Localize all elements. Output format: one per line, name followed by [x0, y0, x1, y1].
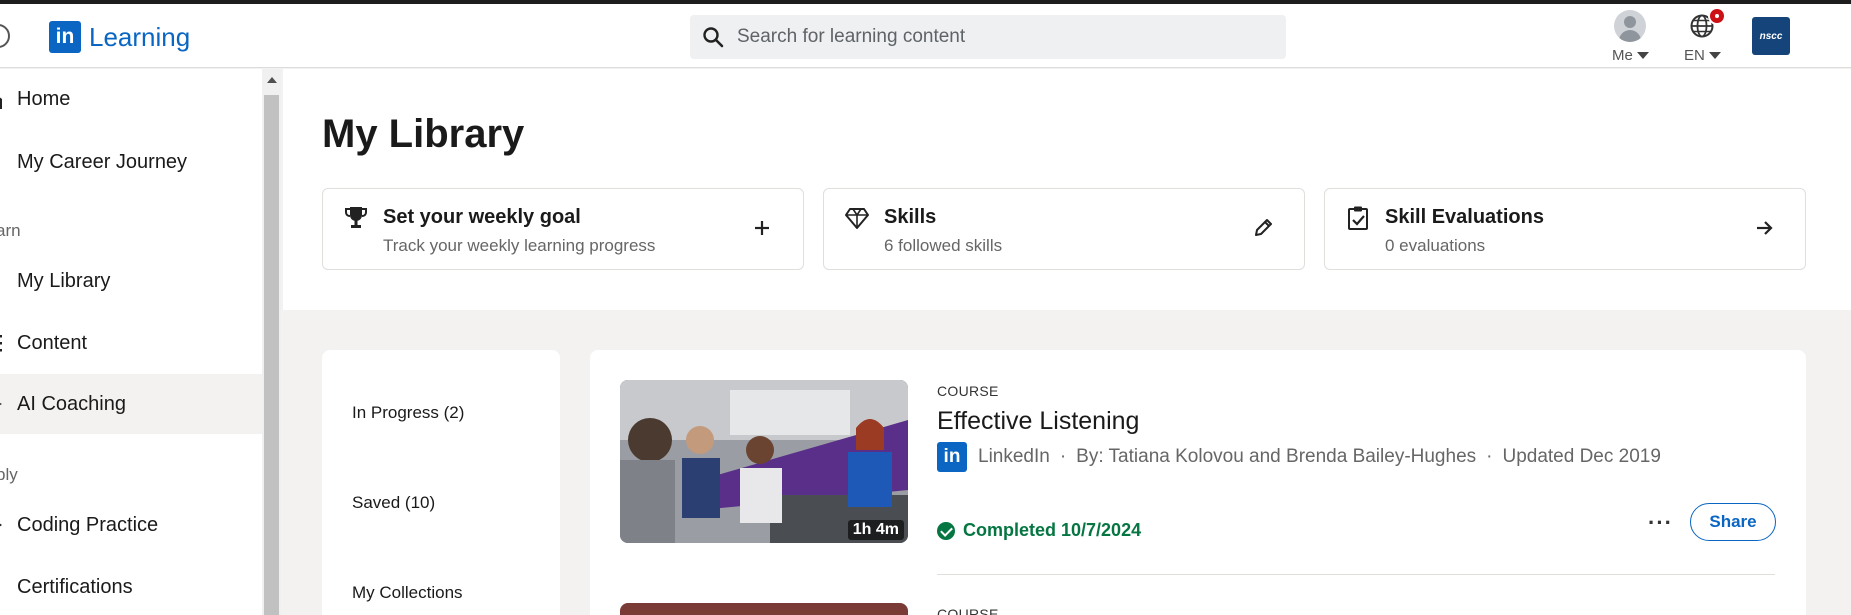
- caret-down-icon: [1708, 52, 1721, 59]
- course-title[interactable]: Effective Listening: [937, 407, 1139, 436]
- skill-evaluations-card[interactable]: Skill Evaluations 0 evaluations: [1324, 188, 1806, 270]
- sidebar-item-label: My Library: [17, 269, 111, 292]
- course-duration: 1h 4m: [847, 520, 904, 540]
- clipboard-check-icon: [1348, 206, 1368, 230]
- completion-status: Completed 10/7/2024: [937, 520, 1141, 541]
- course-type-label: COURSE: [937, 606, 999, 615]
- caret-down-icon: [1636, 52, 1649, 59]
- course-provider: LinkedIn: [978, 446, 1050, 467]
- sidebar-item-coding-practice[interactable]: Coding Practice: [0, 495, 262, 555]
- content-icon: [0, 335, 2, 352]
- skills-card[interactable]: Skills 6 followed skills: [823, 188, 1305, 270]
- linkedin-logo-icon: in: [937, 442, 967, 472]
- home-icon: [0, 97, 2, 109]
- page-title: My Library: [322, 112, 525, 156]
- scroll-up-icon[interactable]: [267, 77, 277, 83]
- course-thumbnail[interactable]: [620, 603, 908, 615]
- me-menu[interactable]: Me: [1612, 10, 1649, 64]
- organization-logo[interactable]: nscc: [1752, 17, 1790, 55]
- sidebar-item-label: Home: [17, 87, 71, 110]
- menu-circle-icon[interactable]: [0, 24, 10, 48]
- list-divider: [937, 574, 1775, 575]
- search-input[interactable]: Search for learning content: [690, 15, 1286, 59]
- filter-in-progress[interactable]: In Progress (2): [352, 403, 464, 423]
- course-authors: By: Tatiana Kolovou and Brenda Bailey-Hu…: [1076, 446, 1477, 467]
- avatar: [1614, 10, 1647, 42]
- sidebar-item-certifications[interactable]: Certifications: [0, 557, 262, 615]
- filter-my-collections[interactable]: My Collections: [352, 583, 463, 603]
- sidebar-section-apply: ply: [0, 465, 18, 484]
- language-label: EN: [1684, 47, 1705, 64]
- completion-date: Completed 10/7/2024: [963, 520, 1142, 540]
- card-title: Skills: [884, 206, 937, 228]
- certificate-icon: [0, 578, 4, 596]
- sidebar-item-my-career-journey[interactable]: My Career Journey: [0, 132, 262, 192]
- sidebar-item-content[interactable]: Content: [0, 313, 262, 373]
- separator-dot: ·: [1486, 446, 1493, 467]
- library-filter-panel: In Progress (2) Saved (10) My Collection…: [322, 350, 560, 615]
- course-meta: in LinkedIn · By: Tatiana Kolovou and Br…: [937, 442, 1661, 472]
- sidebar: Home My Career Journey arn My Library Co…: [0, 69, 262, 615]
- plus-icon[interactable]: [751, 217, 773, 239]
- card-subtitle: 0 evaluations: [1385, 236, 1486, 255]
- card-title: Skill Evaluations: [1385, 206, 1544, 228]
- filter-saved[interactable]: Saved (10): [352, 493, 435, 513]
- sidebar-item-label: Content: [17, 331, 88, 354]
- card-title: Set your weekly goal: [383, 206, 581, 228]
- course-updated: Updated Dec 2019: [1502, 446, 1661, 467]
- course-thumbnail-image: [620, 380, 908, 543]
- library-icon: [0, 272, 4, 290]
- card-subtitle: 6 followed skills: [884, 236, 1003, 255]
- top-header: in Learning Search for learning content …: [0, 4, 1851, 68]
- separator-dot: ·: [1059, 446, 1067, 467]
- sidebar-item-label: Certifications: [17, 575, 133, 598]
- search-placeholder: Search for learning content: [737, 26, 966, 47]
- sidebar-item-label: My Career Journey: [17, 150, 188, 173]
- linkedin-logo-icon: in: [49, 21, 81, 53]
- sidebar-item-ai-coaching[interactable]: AI Coaching: [0, 374, 262, 434]
- sidebar-item-label: Coding Practice: [17, 513, 159, 536]
- diamond-icon: [845, 208, 869, 229]
- weekly-goal-card[interactable]: Set your weekly goal Track your weekly l…: [322, 188, 804, 270]
- course-thumbnail[interactable]: 1h 4m: [620, 380, 908, 543]
- language-menu[interactable]: EN: [1684, 7, 1727, 64]
- me-label: Me: [1612, 47, 1633, 64]
- sidebar-scrollbar[interactable]: [262, 69, 281, 615]
- trophy-icon: [345, 207, 367, 228]
- search-icon: [703, 27, 724, 48]
- card-subtitle: Track your weekly learning progress: [383, 236, 656, 255]
- check-circle-icon: [937, 521, 955, 540]
- linkedin-learning-logo[interactable]: in Learning: [49, 21, 190, 53]
- course-type-label: COURSE: [937, 383, 999, 399]
- sidebar-section-learn: arn: [0, 221, 21, 240]
- sidebar-item-home[interactable]: Home: [0, 69, 262, 129]
- pencil-icon[interactable]: [1252, 217, 1274, 239]
- notification-badge: [1708, 7, 1727, 25]
- ai-coaching-icon: [0, 403, 2, 405]
- sidebar-item-label: AI Coaching: [17, 392, 126, 415]
- scroll-thumb[interactable]: [264, 95, 279, 615]
- more-options-icon[interactable]: ···: [1648, 510, 1673, 536]
- share-button[interactable]: Share: [1690, 503, 1776, 541]
- coding-icon: [0, 523, 2, 527]
- arrow-right-icon[interactable]: [1753, 217, 1775, 239]
- sidebar-item-my-library[interactable]: My Library: [0, 251, 262, 311]
- brand-name: Learning: [89, 21, 191, 52]
- journey-icon: [0, 153, 4, 171]
